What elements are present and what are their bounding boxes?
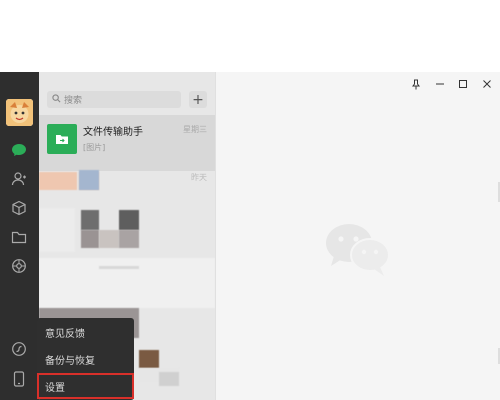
minimize-icon[interactable] (432, 76, 448, 92)
close-icon[interactable] (479, 76, 495, 92)
left-rail (0, 72, 39, 400)
chat-preview: [图片] (83, 143, 106, 152)
chat-icon[interactable] (9, 140, 29, 160)
redacted-block (119, 210, 139, 230)
menu-item-backup[interactable]: 备份与恢复 (37, 346, 134, 372)
conversation-area (215, 72, 500, 400)
redacted-avatar (79, 170, 99, 190)
mini-program-icon[interactable] (9, 339, 29, 359)
redacted-block (99, 266, 139, 269)
redacted-block (139, 350, 159, 368)
add-chat-button[interactable]: + (189, 91, 207, 108)
redacted-block (81, 230, 99, 248)
redacted-block (159, 372, 179, 386)
wechat-logo-icon (324, 222, 392, 282)
maximize-icon[interactable] (455, 76, 471, 92)
wechat-window: 搜索 + 文件传输助手 星期三 [图片] 昨天 意见反馈 备份与恢复 设置 (0, 72, 500, 400)
search-icon (52, 93, 61, 106)
phone-icon[interactable] (9, 369, 29, 389)
folder-icon[interactable] (9, 227, 29, 247)
menu-item-feedback[interactable]: 意见反馈 (37, 319, 134, 345)
redacted-block (81, 210, 99, 230)
avatar[interactable] (6, 99, 33, 126)
chat-time: 昨天 (191, 173, 207, 182)
cube-icon[interactable] (9, 198, 29, 218)
redacted-block (119, 230, 139, 248)
search-input[interactable]: 搜索 (47, 91, 181, 108)
redacted-avatar (39, 172, 77, 190)
chat-item-file-transfer[interactable]: 文件传输助手 星期三 [图片] (39, 115, 215, 171)
aperture-icon[interactable] (9, 256, 29, 276)
settings-menu: 意见反馈 备份与恢复 设置 (37, 318, 134, 400)
chat-title: 文件传输助手 (83, 127, 143, 138)
menu-item-settings[interactable]: 设置 (37, 373, 134, 399)
pin-icon[interactable] (408, 76, 424, 92)
chat-time: 星期三 (183, 125, 207, 134)
contacts-icon[interactable] (9, 169, 29, 189)
folder-icon (47, 124, 77, 154)
redacted-block (39, 208, 75, 252)
search-placeholder: 搜索 (64, 96, 83, 106)
redacted-block (99, 230, 119, 248)
